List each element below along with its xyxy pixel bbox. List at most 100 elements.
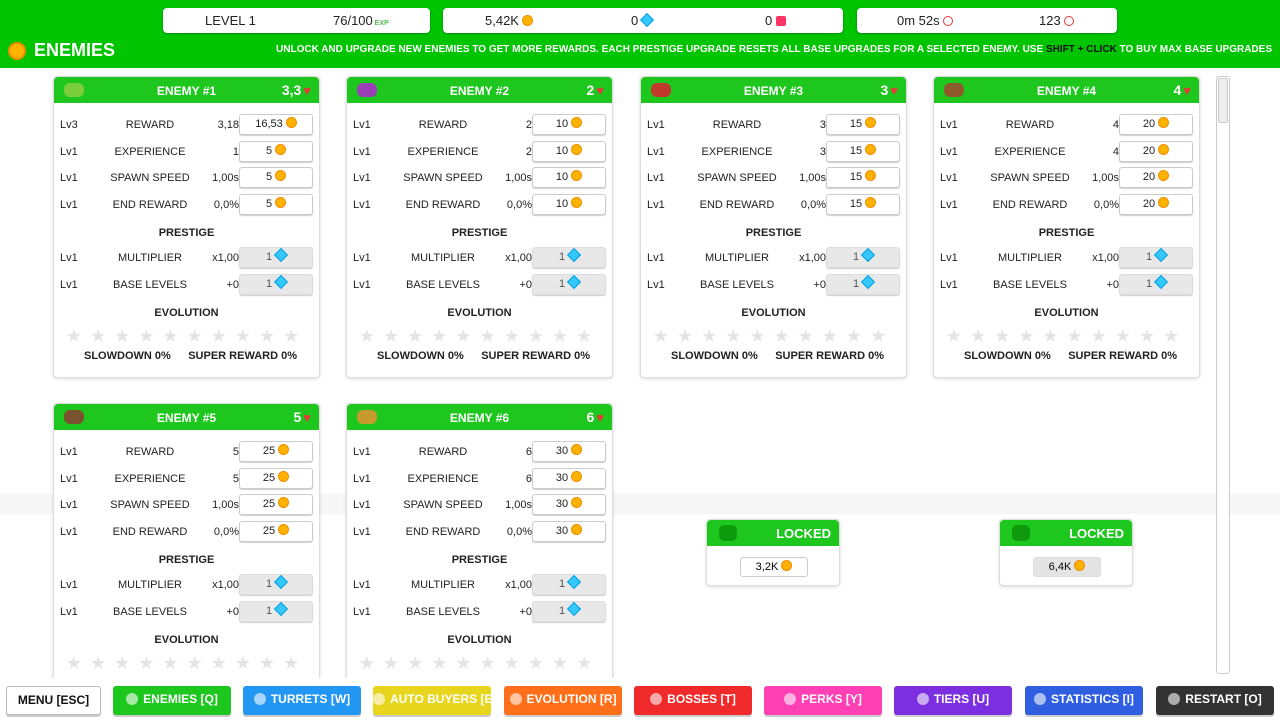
buy-experience-button[interactable]: 15	[826, 140, 900, 162]
nav-label: RESTART [O]	[1185, 692, 1262, 706]
buy-cost: 30	[555, 524, 569, 537]
star-icon: ★	[1042, 326, 1067, 346]
kills-wrap: 123	[1039, 13, 1074, 28]
enemy-hp-value: 4	[1173, 82, 1182, 98]
prestige-base-button[interactable]: 1	[1119, 273, 1193, 295]
upgrade-label: REWARD	[418, 446, 468, 458]
prestige-multiplier-button[interactable]: 1	[1119, 247, 1193, 268]
prestige-base-button[interactable]: 1	[826, 273, 900, 295]
prestige-label: MULTIPLIER	[411, 252, 475, 264]
upgrade-row-end: Lv1 END REWARD 0,0% 15	[641, 191, 906, 218]
scrollbar-thumb[interactable]	[1218, 78, 1228, 123]
buy-cost: 15	[849, 171, 863, 183]
nav-button-3[interactable]: AUTO BUYERS [E]	[373, 686, 496, 715]
prestige-multiplier-button[interactable]: 1	[532, 574, 606, 595]
buy-end-button[interactable]: 30	[532, 520, 606, 542]
upgrade-value: 0,0%	[213, 198, 239, 211]
star-icon: ★	[358, 653, 383, 673]
buy-end-button[interactable]: 10	[532, 193, 606, 215]
buy-spawn-button[interactable]: 25	[239, 494, 313, 515]
prestige-label: BASE LEVELS	[113, 278, 187, 291]
prestige-base-button[interactable]: 1	[239, 273, 313, 295]
buy-reward-button[interactable]: 10	[532, 114, 606, 135]
upgrade-value: 0,0%	[800, 198, 826, 211]
description-pre: UNLOCK AND UPGRADE NEW ENEMIES TO GET MO…	[276, 44, 1046, 55]
locked-enemy-8[interactable]: LOCKED 6,4K	[999, 519, 1133, 586]
star-icon: ★	[479, 653, 504, 673]
buy-experience-button[interactable]: 20	[1119, 140, 1193, 162]
gems-wrap: 0	[631, 12, 655, 28]
scrollbar[interactable]	[1216, 76, 1230, 674]
prestige-multiplier-button[interactable]: 1	[826, 247, 900, 268]
buy-experience-button[interactable]: 5	[239, 140, 313, 162]
buy-experience-button[interactable]: 10	[532, 140, 606, 162]
prestige-base-button[interactable]: 1	[532, 273, 606, 295]
buy-experience-button[interactable]: 25	[239, 467, 313, 489]
buy-cost: 10	[555, 144, 569, 157]
time-panel: 0m 52s 123	[857, 8, 1117, 33]
upgrade-label: EXPERIENCE	[114, 145, 186, 158]
nav-button-7[interactable]: TIERS [U]	[894, 686, 1012, 715]
locked-enemy-7[interactable]: LOCKED 3,2K	[706, 519, 840, 586]
enemy-name: ENEMY #4	[1036, 84, 1097, 98]
prestige-multiplier-button[interactable]: 1	[532, 247, 606, 268]
buy-cost: 5	[265, 197, 273, 210]
buy-end-button[interactable]: 15	[826, 193, 900, 215]
star-icon: ★	[455, 326, 480, 346]
time-wrap: 0m 52s	[897, 13, 953, 28]
nav-button-0[interactable]: MENU [ESC]	[6, 686, 101, 715]
skull-icon	[650, 693, 663, 705]
nav-button-2[interactable]: TURRETS [W]	[243, 686, 361, 715]
upgrade-level: Lv1	[60, 446, 78, 458]
buy-spawn-button[interactable]: 30	[532, 494, 606, 515]
buy-spawn-button[interactable]: 5	[239, 167, 313, 188]
coin-icon	[521, 15, 533, 26]
nav-label: AUTO BUYERS [E]	[390, 692, 497, 706]
upgrade-row-reward: Lv1 REWARD 3 15	[641, 111, 906, 138]
upgrade-value: 0,0%	[506, 198, 532, 211]
page-description: UNLOCK AND UPGRADE NEW ENEMIES TO GET MO…	[276, 44, 1272, 55]
slowdown-value: SLOWDOWN 0%	[84, 350, 171, 362]
super-reward-value: SUPER REWARD 0%	[775, 350, 884, 362]
prestige-base-button[interactable]: 1	[532, 600, 606, 622]
buy-reward-button[interactable]: 15	[826, 114, 900, 135]
prestige-base-button[interactable]: 1	[239, 600, 313, 622]
coin-icon	[571, 470, 583, 482]
buy-end-button[interactable]: 20	[1119, 193, 1193, 215]
buy-cost: 30	[555, 471, 569, 484]
nav-button-8[interactable]: STATISTICS [I]	[1025, 686, 1143, 715]
gem-icon	[566, 574, 582, 590]
unlock-button[interactable]: 6,4K	[1033, 557, 1101, 577]
buy-end-button[interactable]: 25	[239, 520, 313, 542]
buy-reward-button[interactable]: 25	[239, 441, 313, 462]
unlock-button[interactable]: 3,2K	[740, 557, 808, 577]
buy-reward-button[interactable]: 30	[532, 441, 606, 462]
locked-header: LOCKED	[707, 520, 839, 546]
buy-reward-button[interactable]: 20	[1119, 114, 1193, 135]
nav-button-1[interactable]: ENEMIES [Q]	[113, 686, 231, 715]
prestige-multiplier-button[interactable]: 1	[239, 574, 313, 595]
enemy-card-1: ENEMY #1 3,3 ♥ Lv3 REWARD 3,18 16,53 Lv1 EXPERIE…	[53, 76, 320, 378]
upgrade-level: Lv1	[647, 145, 665, 158]
buy-experience-button[interactable]: 30	[532, 467, 606, 489]
enemy-hp-value: 6	[586, 409, 595, 425]
exp-value: 76/100	[333, 13, 373, 28]
coin-icon	[278, 523, 290, 535]
enemy-name: ENEMY #6	[449, 411, 510, 425]
nav-button-4[interactable]: EVOLUTION [R]	[504, 686, 622, 715]
buy-spawn-button[interactable]: 20	[1119, 167, 1193, 188]
buy-spawn-button[interactable]: 10	[532, 167, 606, 188]
nav-button-6[interactable]: PERKS [Y]	[764, 686, 882, 715]
enemy-card-2: ENEMY #2 2 ♥ Lv1 REWARD 2 10 Lv1 EXPERIENCE 2 10 Lv…	[346, 76, 613, 378]
prestige-level: Lv1	[353, 252, 371, 264]
buy-reward-button[interactable]: 16,53	[239, 114, 313, 135]
coins-value: 5,42K	[485, 13, 519, 28]
buy-end-button[interactable]: 5	[239, 193, 313, 215]
prestige-value: +0	[226, 605, 239, 618]
prestige-multiplier-button[interactable]: 1	[239, 247, 313, 268]
nav-label: ENEMIES [Q]	[143, 692, 218, 706]
evolution-stars: ★★★★★★★★★★	[54, 324, 319, 346]
nav-button-5[interactable]: BOSSES [T]	[634, 686, 752, 715]
buy-spawn-button[interactable]: 15	[826, 167, 900, 188]
nav-button-9[interactable]: RESTART [O]	[1156, 686, 1274, 715]
